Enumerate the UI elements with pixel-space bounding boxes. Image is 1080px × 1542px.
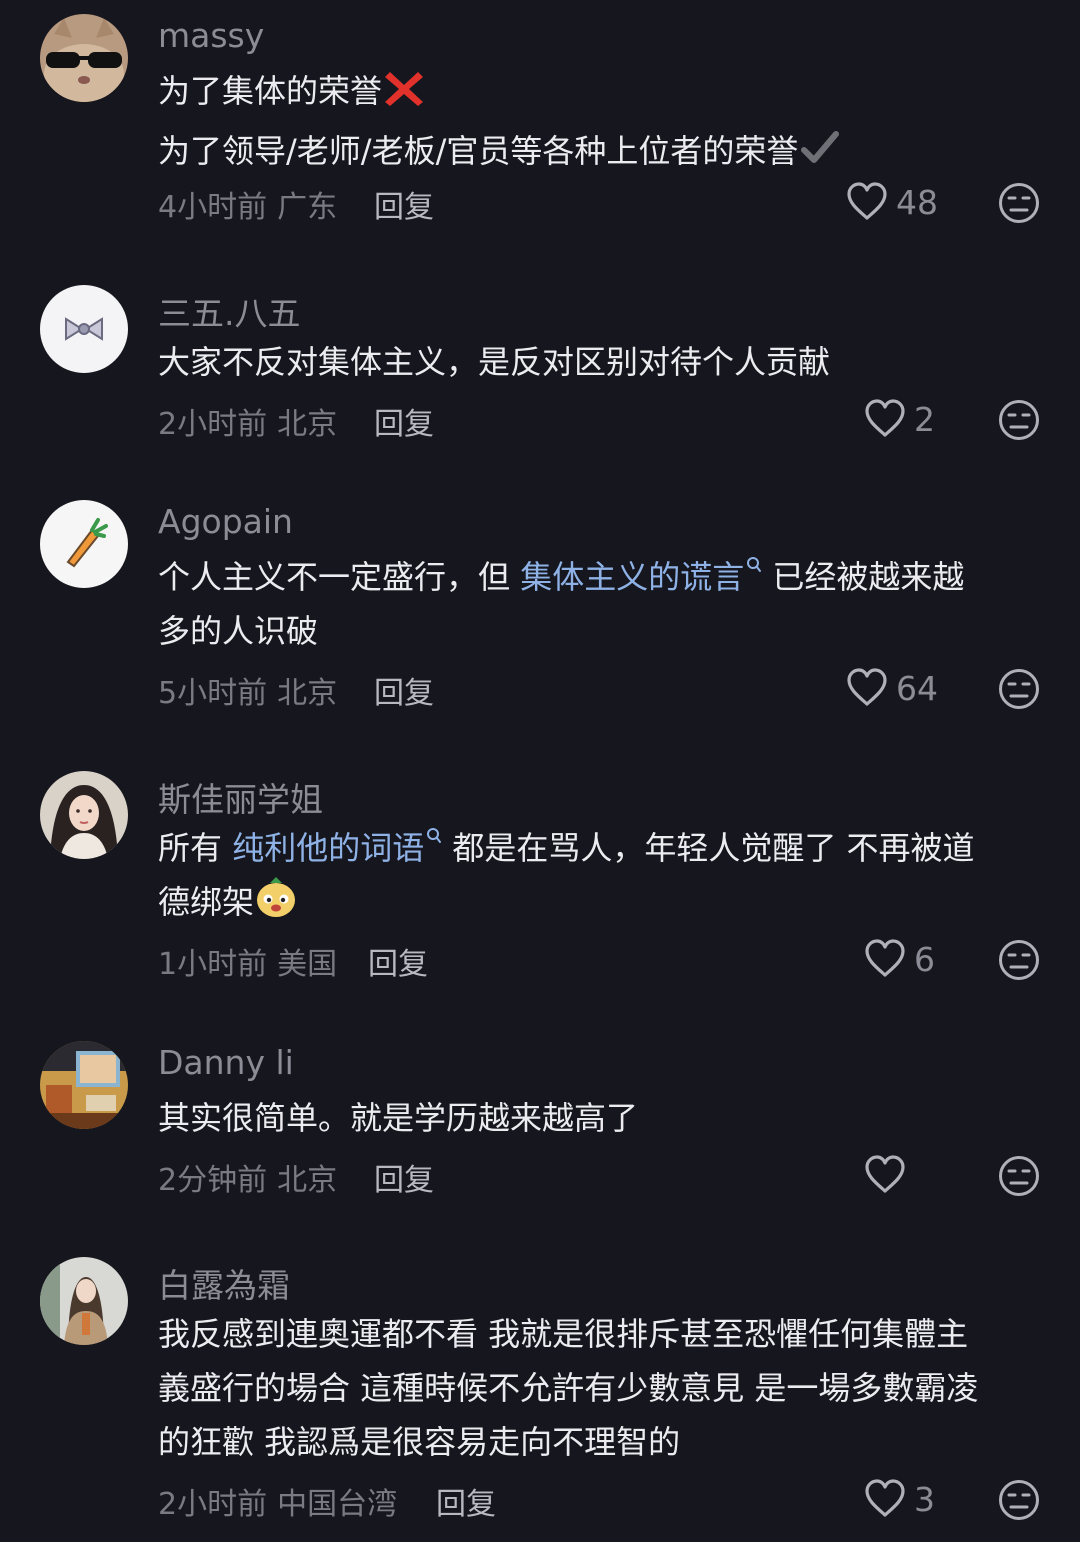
keyword-link[interactable]: 纯利他的词语 xyxy=(232,829,424,867)
comment-line: 为了领导/老师/老板/官员等各种上位者的荣誉 xyxy=(158,132,799,170)
timestamp: 1小时前 xyxy=(158,947,268,982)
location: 广东 xyxy=(277,190,338,225)
like-button[interactable]: 3 xyxy=(864,1479,935,1519)
like-button[interactable] xyxy=(864,1155,914,1195)
username[interactable]: massy xyxy=(158,16,264,55)
dislike-button[interactable] xyxy=(998,939,1040,981)
like-button[interactable]: 6 xyxy=(864,939,935,979)
meh-face-icon xyxy=(999,183,1039,223)
reply-button[interactable]: 回复 xyxy=(374,1155,434,1199)
comment-text: 其实很简单。就是学历越来越高了 xyxy=(158,1091,1038,1145)
timestamp: 2小时前 xyxy=(158,407,268,442)
dislike-button[interactable] xyxy=(998,1479,1040,1521)
comment-line: 其实很简单。就是学历越来越高了 xyxy=(158,1099,639,1137)
dislike-button[interactable] xyxy=(998,399,1040,441)
avatar[interactable] xyxy=(40,771,128,859)
comment-meta: 2小时前 北京 xyxy=(158,399,337,443)
like-button[interactable]: 48 xyxy=(846,182,938,222)
comment-line: 为了集体的荣誉 xyxy=(158,72,383,110)
username[interactable]: 斯佳丽学姐 xyxy=(158,773,323,821)
keyword-link[interactable]: 集体主义的谎言 xyxy=(520,558,744,596)
like-count: 2 xyxy=(914,399,935,439)
meh-face-icon xyxy=(999,940,1039,980)
comment-meta: 1小时前 美国 xyxy=(158,939,337,983)
comment-text: 为了集体的荣誉 为了领导/老师/老板/官员等各种上位者的荣誉 xyxy=(158,64,1038,184)
reply-button[interactable]: 回复 xyxy=(368,939,428,983)
comment-line: 多的人识破 xyxy=(158,612,319,650)
meh-face-icon xyxy=(999,1156,1039,1196)
red-cross-emoji xyxy=(382,68,426,124)
like-count: 64 xyxy=(896,668,938,708)
username[interactable]: Agopain xyxy=(158,502,293,541)
avatar[interactable] xyxy=(40,1257,128,1345)
comment-text: 个人主义不一定盛行，但 集体主义的谎言 已经被越来越 多的人识破 xyxy=(158,550,1038,658)
like-button[interactable]: 2 xyxy=(864,399,935,439)
timestamp: 2分钟前 xyxy=(158,1163,268,1198)
comment-meta: 2小时前 中国台湾 xyxy=(158,1479,397,1523)
comment-line: 大家不反对集体主义，是反对区别对待个人贡献 xyxy=(158,343,831,381)
meh-face-icon xyxy=(999,1480,1039,1520)
reply-button[interactable]: 回复 xyxy=(374,399,434,443)
avatar[interactable] xyxy=(40,14,128,102)
heart-outline-icon xyxy=(847,668,887,706)
dislike-button[interactable] xyxy=(998,668,1040,710)
comment-meta: 2分钟前 北京 xyxy=(158,1155,337,1199)
reply-button[interactable]: 回复 xyxy=(374,668,434,712)
comment-meta: 5小时前 北京 xyxy=(158,668,337,712)
location: 北京 xyxy=(277,676,338,711)
reply-button[interactable]: 回复 xyxy=(436,1479,496,1523)
comment-line: 義盛行的場合 這種時候不允許有少數意見 是一場多數霸凌 xyxy=(158,1369,979,1407)
comment-line: 我反感到連奧運都不看 我就是很排斥甚至恐懼任何集體主 xyxy=(158,1315,969,1353)
like-count: 6 xyxy=(914,939,935,979)
comment-text: 所有 纯利他的词语 都是在骂人，年轻人觉醒了 不再被道 德绑架 xyxy=(158,821,1038,935)
heart-outline-icon xyxy=(865,939,905,977)
comment-text: 我反感到連奧運都不看 我就是很排斥甚至恐懼任何集體主 義盛行的場合 這種時候不允… xyxy=(158,1307,1038,1469)
comment-meta: 4小时前 广东 xyxy=(158,182,337,226)
dislike-button[interactable] xyxy=(998,1155,1040,1197)
like-count: 3 xyxy=(914,1479,935,1519)
timestamp: 5小时前 xyxy=(158,676,268,711)
heart-outline-icon xyxy=(847,182,887,220)
timestamp: 4小时前 xyxy=(158,190,268,225)
dog-face-emoji xyxy=(254,875,298,935)
comment-text-segment: 所有 xyxy=(158,829,233,867)
search-icon xyxy=(747,557,762,572)
heart-outline-icon xyxy=(865,399,905,437)
comment-text-segment: 都是在骂人，年轻人觉醒了 不再被道 xyxy=(442,829,975,867)
check-mark-emoji xyxy=(798,128,842,184)
username[interactable]: Danny li xyxy=(158,1043,294,1082)
heart-outline-icon xyxy=(865,1479,905,1517)
username[interactable]: 白露為霜 xyxy=(158,1259,290,1307)
meh-face-icon xyxy=(999,400,1039,440)
meh-face-icon xyxy=(999,669,1039,709)
reply-button[interactable]: 回复 xyxy=(374,182,434,226)
comment-line: 德绑架 xyxy=(158,883,255,921)
search-icon xyxy=(427,828,442,843)
like-count: 48 xyxy=(896,182,938,222)
comment-text-segment: 个人主义不一定盛行，但 xyxy=(158,558,521,596)
heart-outline-icon xyxy=(865,1155,905,1193)
dislike-button[interactable] xyxy=(998,182,1040,224)
avatar[interactable] xyxy=(40,500,128,588)
like-button[interactable]: 64 xyxy=(846,668,938,708)
location: 中国台湾 xyxy=(277,1487,398,1522)
avatar[interactable] xyxy=(40,285,128,373)
location: 北京 xyxy=(277,407,338,442)
location: 美国 xyxy=(277,947,338,982)
timestamp: 2小时前 xyxy=(158,1487,268,1522)
username[interactable]: 三五.八五 xyxy=(158,287,301,335)
comment-text: 大家不反对集体主义，是反对区别对待个人贡献 xyxy=(158,335,1038,389)
location: 北京 xyxy=(277,1163,338,1198)
avatar[interactable] xyxy=(40,1041,128,1129)
comment-line: 的狂歡 我認爲是很容易走向不理智的 xyxy=(158,1423,681,1461)
comment-text-segment: 已经被越来越 xyxy=(762,558,965,596)
